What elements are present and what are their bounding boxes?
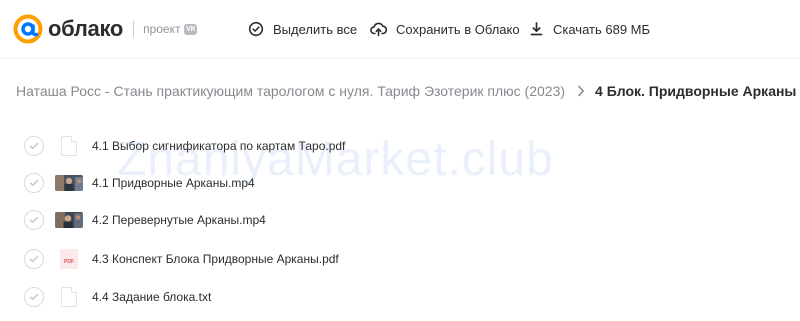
save-to-cloud-button[interactable]: Сохранить в Облако bbox=[370, 18, 520, 40]
checkmark-icon bbox=[29, 179, 39, 186]
breadcrumb-parent-link[interactable]: Наташа Росс - Стань практикующим таролог… bbox=[16, 83, 565, 99]
pdf-icon-label: PDF bbox=[60, 249, 78, 269]
file-row-4[interactable]: PDF 4.3 Конспект Блока Придворные Арканы… bbox=[24, 244, 584, 274]
download-button[interactable]: Скачать 689 МБ bbox=[529, 18, 650, 40]
file-row-2[interactable]: 4.1 Придворные Арканы.mp4 bbox=[24, 168, 584, 198]
download-label: Скачать 689 МБ bbox=[553, 21, 651, 37]
cloud-at-icon bbox=[13, 14, 43, 44]
top-bar: облако проект VK Выделить все Сохранить … bbox=[0, 0, 800, 58]
file-row-3[interactable]: 4.2 Перевернутые Арканы.mp4 bbox=[24, 205, 584, 235]
logo-divider bbox=[133, 21, 135, 37]
file-name: 4.4 Задание блока.txt bbox=[92, 290, 212, 304]
file-row-5[interactable]: 4.4 Задание блока.txt bbox=[24, 282, 584, 312]
logo-text: облако bbox=[48, 16, 124, 41]
select-checkbox[interactable] bbox=[24, 136, 44, 156]
check-circle-icon bbox=[248, 21, 264, 37]
file-row-1[interactable]: 4.1 Выбор сигнификатора по картам Таро.p… bbox=[24, 131, 584, 161]
file-name: 4.1 Выбор сигнификатора по картам Таро.p… bbox=[92, 139, 346, 153]
select-checkbox[interactable] bbox=[24, 173, 44, 193]
logo-subtitle: проект bbox=[143, 22, 181, 36]
checkmark-icon bbox=[29, 293, 39, 300]
checkmark-icon bbox=[29, 216, 39, 223]
file-name: 4.1 Придворные Арканы.mp4 bbox=[92, 176, 255, 190]
checkmark-icon bbox=[29, 142, 39, 149]
video-thumbnail bbox=[55, 172, 83, 194]
document-icon bbox=[55, 286, 83, 308]
select-checkbox[interactable] bbox=[24, 210, 44, 230]
breadcrumb-current: 4 Блок. Придворные Арканы bbox=[595, 83, 797, 99]
pdf-icon: PDF bbox=[55, 248, 83, 270]
chevron-right-icon bbox=[577, 85, 585, 97]
select-checkbox[interactable] bbox=[24, 249, 44, 269]
select-all-label: Выделить все bbox=[273, 21, 358, 37]
checkmark-icon bbox=[29, 255, 39, 262]
document-icon bbox=[55, 135, 83, 157]
select-all-button[interactable]: Выделить все bbox=[248, 18, 357, 40]
vk-badge: VK bbox=[184, 23, 198, 35]
file-name: 4.2 Перевернутые Арканы.mp4 bbox=[92, 213, 266, 227]
save-to-cloud-label: Сохранить в Облако bbox=[396, 21, 520, 37]
cloud-upload-icon bbox=[370, 22, 387, 37]
video-thumbnail bbox=[55, 209, 83, 231]
select-checkbox[interactable] bbox=[24, 287, 44, 307]
download-icon bbox=[530, 22, 543, 36]
logo[interactable]: облако проект VK bbox=[13, 14, 198, 44]
header-divider bbox=[0, 58, 800, 59]
breadcrumb: Наташа Росс - Стань практикующим таролог… bbox=[16, 82, 796, 100]
file-name: 4.3 Конспект Блока Придворные Арканы.pdf bbox=[92, 252, 339, 266]
